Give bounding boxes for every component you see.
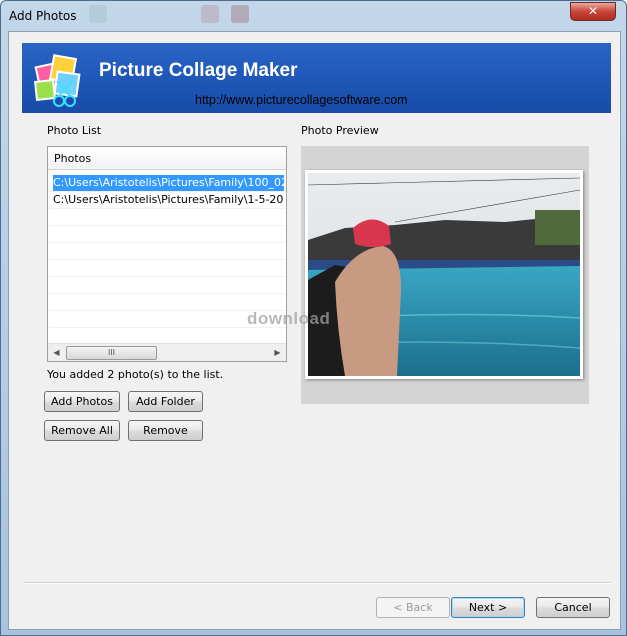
list-item[interactable]: C:\Users\Aristotelis\Pictures\Family\100… xyxy=(53,175,284,191)
row-divider xyxy=(49,259,285,260)
remove-all-button[interactable]: Remove All xyxy=(44,420,120,441)
window-title: Add Photos xyxy=(9,9,77,23)
footer-separator xyxy=(23,582,610,584)
banner-url[interactable]: http://www.picturecollagesoftware.com xyxy=(195,93,408,107)
title-bar[interactable]: Add Photos ✕ xyxy=(1,1,626,31)
list-item-path: C:\Users\Aristotelis\Pictures\Family\1-5… xyxy=(53,193,284,206)
close-icon: ✕ xyxy=(587,4,599,18)
photo-list[interactable]: Photos C:\Users\Aristotelis\Pictures\Fam… xyxy=(47,146,287,362)
column-header-label: Photos xyxy=(54,152,92,165)
next-button[interactable]: Next > xyxy=(451,597,525,618)
back-button[interactable]: < Back xyxy=(376,597,450,618)
row-divider xyxy=(49,276,285,277)
ghost-icon xyxy=(201,5,219,23)
photo-list-label: Photo List xyxy=(47,124,102,137)
add-folder-button[interactable]: Add Folder xyxy=(128,391,203,412)
row-divider xyxy=(49,191,285,192)
scroll-left-icon[interactable]: ◀ xyxy=(48,344,65,361)
remove-button[interactable]: Remove xyxy=(128,420,203,441)
picture-collage-logo-icon xyxy=(34,54,81,107)
ghost-icon xyxy=(231,5,249,23)
close-button[interactable]: ✕ xyxy=(570,2,616,21)
dialog-body: Picture Collage Maker http://www.picture… xyxy=(8,31,621,630)
header-banner: Picture Collage Maker http://www.picture… xyxy=(22,43,611,113)
scroll-right-icon[interactable]: ▶ xyxy=(269,344,286,361)
list-item[interactable]: C:\Users\Aristotelis\Pictures\Family\1-5… xyxy=(53,192,284,208)
photo-preview-panel xyxy=(301,146,589,404)
status-text: You added 2 photo(s) to the list. xyxy=(47,368,224,381)
cancel-button[interactable]: Cancel xyxy=(536,597,610,618)
ghost-icon xyxy=(89,5,107,23)
list-item-path: C:\Users\Aristotelis\Pictures\Family\100… xyxy=(53,176,284,189)
banner-title: Picture Collage Maker xyxy=(99,60,298,81)
row-divider xyxy=(49,293,285,294)
photo-preview-label: Photo Preview xyxy=(301,124,379,137)
horizontal-scrollbar[interactable]: ◀ III ▶ xyxy=(48,343,286,361)
row-divider xyxy=(49,208,285,209)
swimmer-photo-icon xyxy=(307,173,581,376)
preview-image xyxy=(305,170,583,379)
add-photos-button[interactable]: Add Photos xyxy=(44,391,120,412)
photos-column-header[interactable]: Photos xyxy=(48,147,286,170)
add-photos-window: Add Photos ✕ Picture Collage Maker http:… xyxy=(0,0,627,636)
row-divider xyxy=(49,242,285,243)
download-watermark: download xyxy=(247,309,331,328)
scroll-thumb[interactable]: III xyxy=(66,346,157,360)
row-divider xyxy=(49,225,285,226)
